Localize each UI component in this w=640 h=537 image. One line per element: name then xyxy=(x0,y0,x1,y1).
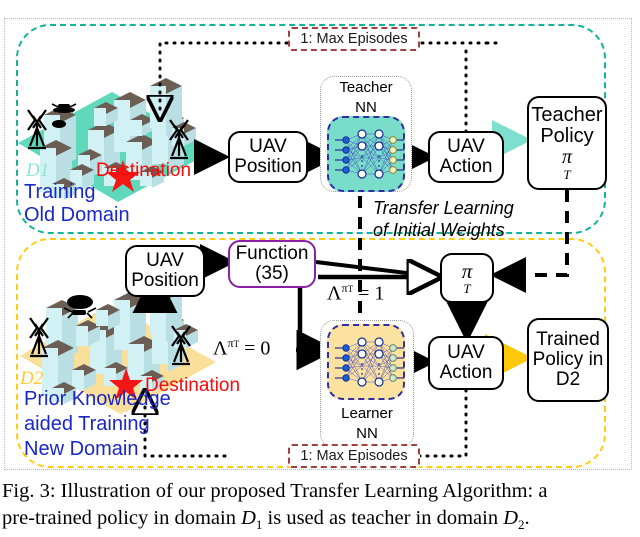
episode-chip-old-domain: 1: Max Episodes xyxy=(288,27,420,51)
uav-position-box-new[interactable]: UAV Position xyxy=(125,245,205,297)
function-35-box[interactable]: Function (35) xyxy=(228,240,316,288)
pi-t-box[interactable]: πT xyxy=(440,253,494,303)
function-box-line2: (35) xyxy=(255,263,289,284)
trained-policy-box[interactable]: Trained Policy in D2 xyxy=(527,318,609,402)
uav-position-box-old[interactable]: UAV Position xyxy=(228,131,308,183)
old-domain-antenna-left xyxy=(27,109,47,150)
uav-action-new-line2: Action xyxy=(439,362,493,383)
uav-action-old-line2: Action xyxy=(439,156,493,177)
learner-nn-graph xyxy=(335,337,404,387)
trained-policy-line2: Policy in xyxy=(532,349,604,371)
figure-3-transfer-learning-diagram: 1: Max Episodes D1 Training Old Domain D… xyxy=(0,0,640,537)
trained-policy-line1: Trained xyxy=(536,329,600,351)
trained-policy-line3: D2 xyxy=(555,368,581,390)
teacher-nn-box[interactable] xyxy=(327,116,405,192)
lambda-pi-t-one: ΛπT = 1 xyxy=(327,281,385,305)
learner-nn-box[interactable] xyxy=(327,324,405,400)
new-domain-id-label: D2 xyxy=(20,368,44,389)
teacher-policy-box[interactable]: Teacher Policy πT xyxy=(527,96,607,190)
caption-line-1: Fig. 3: Illustration of our proposed Tra… xyxy=(2,480,548,502)
teacher-policy-line1: Teacher xyxy=(531,103,603,126)
teacher-nn-title-line2: NN xyxy=(355,99,377,116)
new-domain-label-line2: aided Training xyxy=(24,413,150,435)
learner-nn-title-line2: NN xyxy=(356,425,378,442)
function-box-line1: Function xyxy=(235,243,309,265)
old-domain-destination-label: Destination xyxy=(96,160,192,181)
uav-action-old-line1: UAV xyxy=(447,136,485,158)
new-domain-label-line3: New Domain xyxy=(24,438,139,460)
new-domain-label-line1: Prior Knowledge xyxy=(24,388,171,410)
new-domain-antenna-left xyxy=(29,317,49,358)
uav-action-box-old[interactable]: UAV Action xyxy=(428,131,504,183)
old-domain-id-label: D1 xyxy=(26,160,50,181)
uav-position-line1: UAV xyxy=(249,136,287,158)
caption-line-2: pre-trained policy in domain D1 is used … xyxy=(2,507,530,533)
teacher-policy-line2: Policy xyxy=(540,124,594,147)
figure-caption: Fig. 3: Illustration of our proposed Tra… xyxy=(2,478,638,533)
uav-position-new-line2: Position xyxy=(131,270,199,291)
learner-nn-title-line1: Learner xyxy=(341,405,393,422)
teacher-policy-symbol: πT xyxy=(561,145,573,182)
teacher-nn-title-line1: Teacher xyxy=(339,79,393,96)
uav-position-new-line1: UAV xyxy=(146,250,184,272)
lambda-pi-t-zero: ΛπT = 0 xyxy=(213,336,271,360)
uav-action-new-line1: UAV xyxy=(447,342,485,364)
uav-position-line2: Position xyxy=(234,156,302,177)
old-domain-label-line1: Training xyxy=(24,181,96,203)
teacher-nn-graph xyxy=(335,129,404,179)
pi-t-symbol: πT xyxy=(461,259,473,297)
episode-chip-new-domain: 1: Max Episodes xyxy=(288,444,420,468)
old-domain-label-line2: Old Domain xyxy=(24,204,130,226)
transfer-learning-line1: Transfer Learning xyxy=(373,198,514,218)
transfer-learning-line2: of Initial Weights xyxy=(373,220,505,240)
uav-action-box-new[interactable]: UAV Action xyxy=(428,336,504,390)
